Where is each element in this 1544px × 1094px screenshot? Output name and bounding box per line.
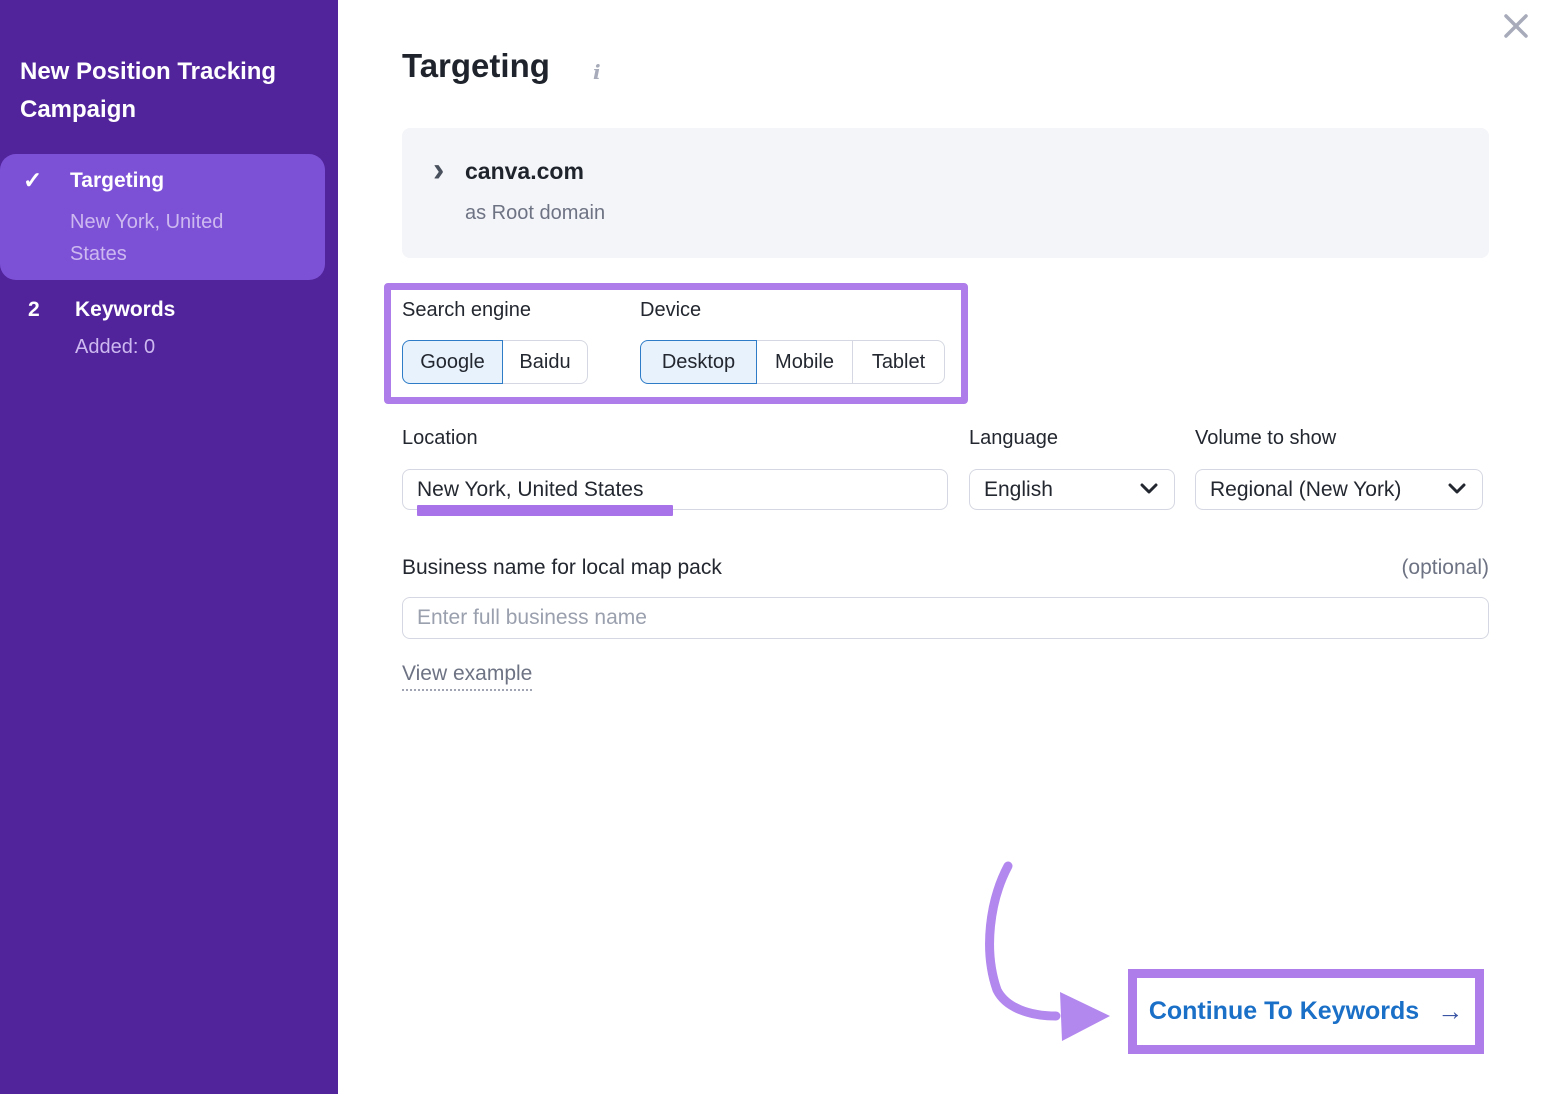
view-example-link[interactable]: View example [402,662,532,691]
close-icon [1500,10,1532,42]
location-label: Location [402,427,478,450]
segment-baidu[interactable]: Baidu [502,340,588,384]
domain-name: canva.com [465,158,584,185]
continue-to-keywords-button[interactable]: Continue To Keywords → [1137,978,1475,1045]
segment-mobile[interactable]: Mobile [756,340,853,384]
language-value: English [984,478,1053,502]
chevron-down-icon [1140,483,1158,495]
business-name-label: Business name for local map pack [402,556,722,580]
segment-google[interactable]: Google [402,340,503,384]
device-label: Device [640,299,701,322]
chevron-right-icon: › [433,153,444,187]
page-title: Targeting [402,47,550,85]
volume-to-show-value: Regional (New York) [1210,478,1401,502]
segment-tablet[interactable]: Tablet [852,340,945,384]
sidebar-step-keywords[interactable]: 2 Keywords Added: 0 [0,288,325,388]
check-icon: ✓ [23,167,42,194]
volume-to-show-select[interactable]: Regional (New York) [1195,469,1483,510]
device-segmented-control: Desktop Mobile Tablet [640,340,945,384]
annotation-arrow-icon [950,845,1150,1065]
step-targeting-sublabel: New York, United States [70,206,275,270]
step-keywords-sublabel: Added: 0 [75,336,155,359]
info-icon[interactable]: i [593,60,601,84]
business-name-input[interactable] [402,597,1489,639]
step-keywords-number: 2 [28,298,40,322]
chevron-down-icon [1448,483,1466,495]
volume-to-show-label: Volume to show [1195,427,1336,450]
sidebar-title: New Position Tracking Campaign [20,53,322,129]
location-input[interactable] [402,469,948,510]
continue-frame-annotation: Continue To Keywords → [1128,969,1484,1054]
language-label: Language [969,427,1058,450]
domain-box[interactable]: › canva.com as Root domain [402,128,1489,258]
search-engine-segmented-control: Google Baidu [402,340,588,384]
step-targeting-label: Targeting [70,169,164,193]
domain-subtitle: as Root domain [465,202,605,225]
arrow-right-icon: → [1437,996,1463,1027]
optional-label: (optional) [1401,556,1489,580]
new-position-tracking-modal: New Position Tracking Campaign ✓ Targeti… [0,0,1544,1094]
continue-to-keywords-label: Continue To Keywords [1149,997,1419,1026]
step-keywords-label: Keywords [75,298,175,322]
sidebar-step-targeting[interactable]: ✓ Targeting New York, United States [0,154,325,280]
segment-desktop[interactable]: Desktop [640,340,757,384]
close-button[interactable] [1494,4,1538,48]
language-select[interactable]: English [969,469,1175,510]
sidebar: New Position Tracking Campaign ✓ Targeti… [0,0,338,1094]
search-engine-label: Search engine [402,299,531,322]
